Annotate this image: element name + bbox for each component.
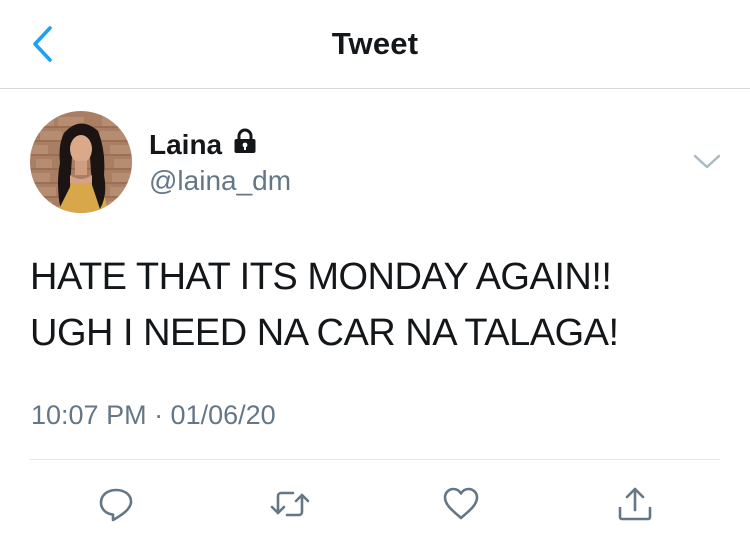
- tweet-text: HATE THAT ITS MONDAY AGAIN!! UGH I NEED …: [30, 249, 730, 361]
- tweet-timestamp: 10:07 PM · 01/06/20: [31, 400, 276, 430]
- reply-icon: [99, 488, 133, 522]
- avatar-photo: [30, 111, 132, 213]
- top-nav-bar: Tweet: [0, 0, 750, 89]
- reply-button[interactable]: [94, 482, 138, 526]
- like-icon: [443, 487, 479, 520]
- author-display-name[interactable]: Laina: [149, 127, 259, 162]
- like-button[interactable]: [439, 482, 483, 526]
- page-title: Tweet: [331, 26, 419, 61]
- share-icon: [618, 487, 652, 521]
- retweet-icon: [270, 491, 310, 517]
- tweet-detail-screen: Tweet Laina @laina_dm HATE THAT ITS MOND…: [0, 0, 750, 547]
- display-name-text: Laina: [149, 128, 223, 160]
- avatar[interactable]: [30, 111, 132, 213]
- more-options-button[interactable]: [692, 152, 722, 172]
- chevron-down-icon: [693, 154, 721, 169]
- lock-icon: [231, 127, 259, 162]
- share-button[interactable]: [613, 482, 657, 526]
- author-handle[interactable]: @laina_dm: [149, 165, 291, 197]
- tweet-text-line-2: UGH I NEED NA CAR NA TALAGA!: [30, 312, 619, 354]
- retweet-button[interactable]: [268, 482, 312, 526]
- tweet-text-line-1: HATE THAT ITS MONDAY AGAIN!!: [30, 256, 612, 298]
- divider: [30, 459, 720, 460]
